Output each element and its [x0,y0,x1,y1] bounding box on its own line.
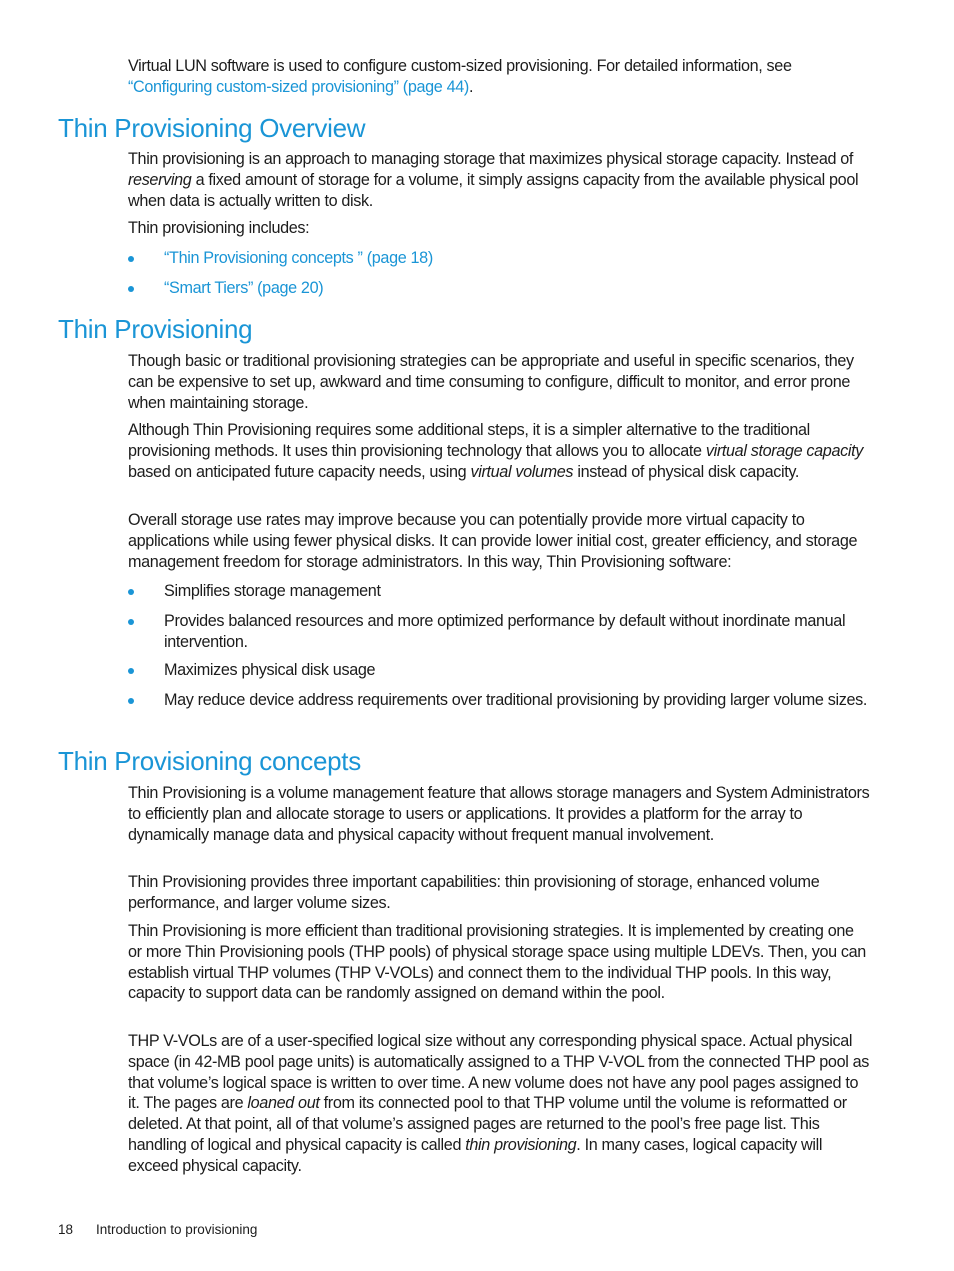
bullet-icon [128,698,134,704]
bullet-icon [128,589,134,595]
heading-thin-provisioning-concepts: Thin Provisioning concepts [58,746,361,776]
overview-paragraph-1: Thin provisioning is an approach to mana… [128,150,859,210]
heading-thin-provisioning: Thin Provisioning [58,314,253,344]
thin-provisioning-paragraph-3: Overall storage use rates may improve be… [128,511,858,571]
intro-paragraph: Virtual LUN software is used to configur… [128,57,792,96]
bullet-icon [128,619,134,625]
bullet-icon [128,256,134,262]
heading-thin-provisioning-overview: Thin Provisioning Overview [58,113,366,143]
document-page: Virtual LUN software is used to configur… [58,57,870,1237]
page-number: 18 [58,1222,74,1237]
concepts-paragraph-4: THP V-VOLs are of a user-specified logic… [128,1032,870,1175]
concepts-paragraph-1: Thin Provisioning is a volume management… [128,784,870,844]
thin-provisioning-paragraph-1: Though basic or traditional provisioning… [128,352,854,412]
thin-provisioning-paragraph-2: Although Thin Provisioning requires some… [128,421,863,481]
overview-paragraph-2: Thin provisioning includes: [128,219,310,237]
smart-tiers-link[interactable]: “Smart Tiers” (page 20) [164,278,870,299]
thin-provisioning-concepts-link[interactable]: “Thin Provisioning concepts ” (page 18) [164,248,870,269]
concepts-paragraph-3: Thin Provisioning is more efficient than… [128,922,866,1003]
configuring-custom-sized-provisioning-link[interactable]: “Configuring custom-sized provisioning” … [128,78,469,96]
chapter-title: Introduction to provisioning [96,1222,258,1237]
bullet-icon [128,668,134,674]
bullet-icon [128,286,134,292]
concepts-paragraph-2: Thin Provisioning provides three importa… [128,873,820,912]
